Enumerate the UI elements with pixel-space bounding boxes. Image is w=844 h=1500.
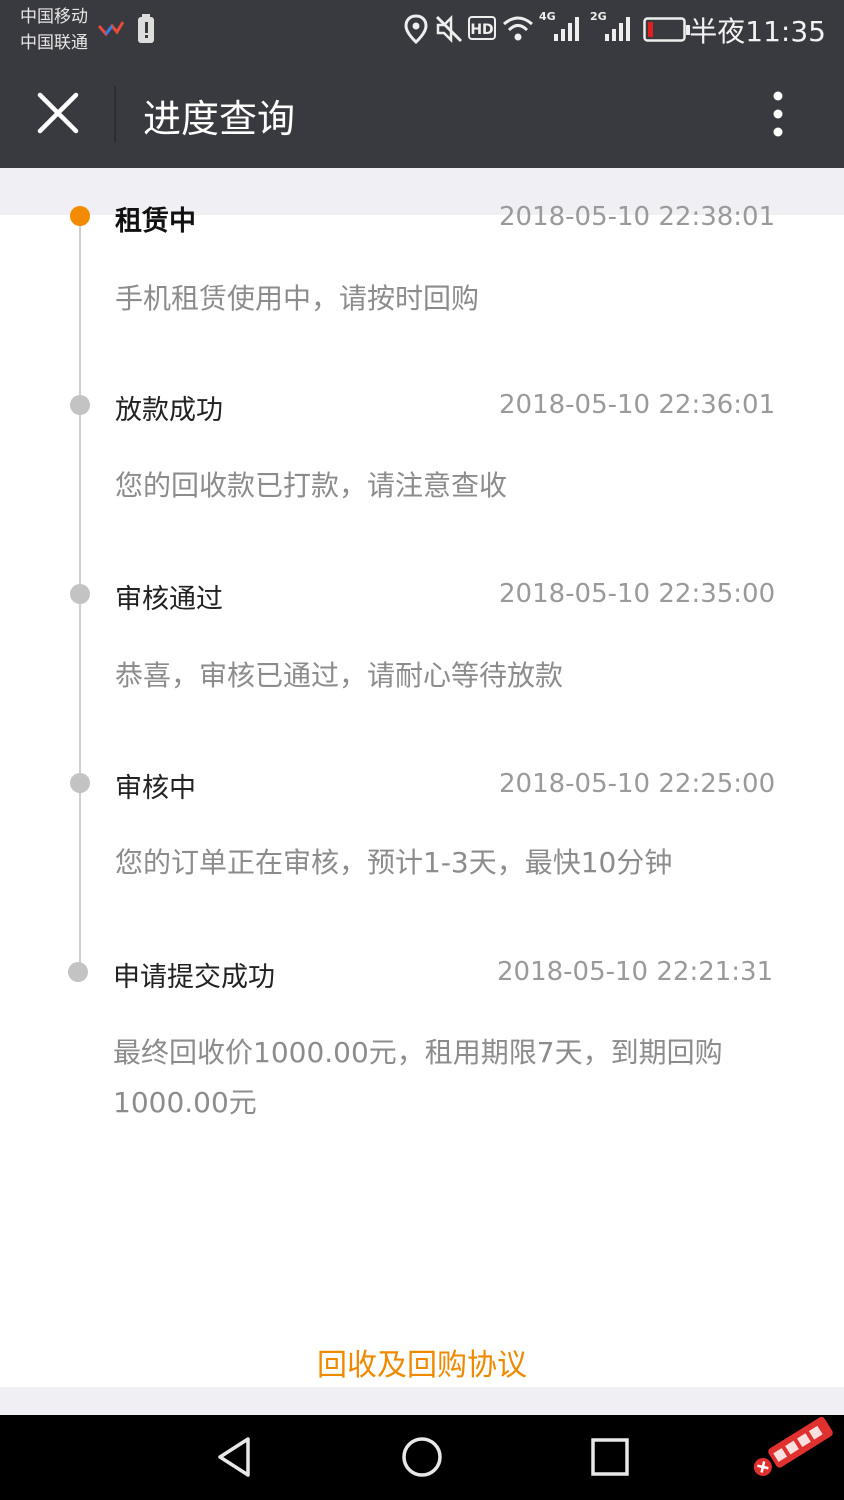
timeline-dot bbox=[70, 395, 90, 415]
timeline-dot bbox=[70, 584, 90, 604]
agreement-link[interactable]: 回收及回购协议 bbox=[0, 1340, 844, 1384]
location-icon bbox=[404, 14, 428, 44]
step-title: 审核通过 bbox=[115, 584, 223, 615]
step-time: 2018-05-10 22:38:01 bbox=[499, 202, 776, 232]
step-title: 租赁中 bbox=[115, 206, 196, 237]
step-time: 2018-05-10 22:36:01 bbox=[499, 390, 776, 420]
header-divider bbox=[114, 86, 116, 142]
watermark-logo bbox=[753, 1416, 833, 1476]
more-vertical-icon[interactable] bbox=[760, 86, 796, 142]
header-bar: 进度查询 bbox=[0, 60, 844, 168]
bottom-gray-strip bbox=[0, 1387, 844, 1415]
battery-saver-icon bbox=[138, 14, 154, 43]
step-title: 审核中 bbox=[115, 773, 196, 804]
system-nav-bar bbox=[0, 1415, 844, 1500]
recents-square-icon[interactable] bbox=[584, 1431, 636, 1483]
battery-icon bbox=[643, 17, 690, 42]
step-time: 2018-05-10 22:25:00 bbox=[499, 769, 776, 799]
back-triangle-icon[interactable] bbox=[208, 1431, 260, 1483]
signal-wave-icon bbox=[98, 21, 124, 37]
step-desc: 手机租赁使用中，请按时回购 bbox=[115, 282, 480, 315]
step-title: 放款成功 bbox=[115, 395, 223, 426]
timeline-dot bbox=[68, 962, 88, 982]
step-desc: 您的订单正在审核，预计1-3天，最快10分钟 bbox=[115, 846, 673, 879]
carrier-2: 中国联通 bbox=[20, 33, 88, 53]
step-time: 2018-05-10 22:21:31 bbox=[497, 957, 774, 987]
home-circle-icon[interactable] bbox=[396, 1431, 448, 1483]
carrier-1: 中国移动 bbox=[20, 7, 88, 27]
step-title: 申请提交成功 bbox=[113, 962, 275, 993]
step-desc: 您的回收款已打款，请注意查收 bbox=[115, 469, 508, 502]
timeline-dot bbox=[70, 773, 90, 793]
wifi-icon bbox=[503, 16, 533, 41]
step-time: 2018-05-10 22:35:00 bbox=[499, 579, 776, 609]
mute-icon bbox=[435, 14, 463, 44]
step-desc: 恭喜，审核已通过，请耐心等待放款 bbox=[115, 659, 564, 692]
clock: 半夜11:35 bbox=[689, 15, 826, 48]
carrier-info: 中国移动 中国联通 bbox=[20, 4, 88, 56]
page-title: 进度查询 bbox=[143, 97, 296, 141]
step-desc: 最终回收价1000.00元，租用期限7天，到期回购1000.00元 bbox=[113, 1036, 723, 1119]
cell-signal-1-icon bbox=[554, 17, 579, 41]
cell-signal-2-icon bbox=[605, 17, 630, 41]
status-bar: 中国移动 中国联通 HD 4G 2G 半夜11:35 bbox=[0, 0, 844, 60]
close-icon[interactable] bbox=[30, 85, 86, 141]
hd-badge: HD bbox=[468, 16, 496, 40]
timeline-dot-active bbox=[70, 206, 90, 226]
